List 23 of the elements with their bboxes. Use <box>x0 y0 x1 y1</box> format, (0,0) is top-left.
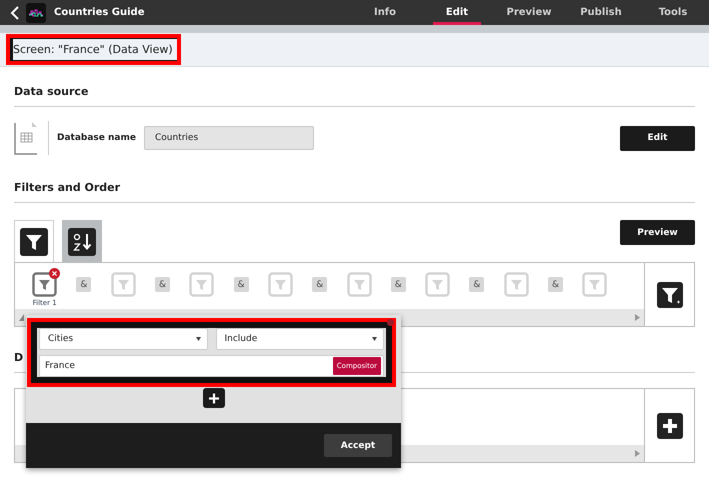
nav-tab[interactable]: Info <box>349 0 421 25</box>
and-connector[interactable]: & <box>548 277 563 292</box>
preview-button[interactable]: Preview <box>620 220 695 245</box>
edit-button[interactable]: Edit <box>620 126 695 150</box>
nav-tab[interactable]: Preview <box>493 0 565 25</box>
section-heading: Data source <box>14 67 695 107</box>
and-connector[interactable]: & <box>155 277 170 292</box>
accept-button[interactable]: Accept <box>324 434 392 457</box>
screen-title: Screen: "France" (Data View) <box>13 43 173 56</box>
section-heading: Filters and Order <box>14 163 695 203</box>
nav-tab[interactable]: Publish <box>565 0 637 25</box>
field-label: Database name <box>57 133 136 143</box>
operator-select[interactable]: Include <box>216 328 384 350</box>
and-connector[interactable]: & <box>469 277 484 292</box>
and-connector[interactable]: & <box>390 277 406 292</box>
field-select[interactable]: Cities <box>39 328 208 350</box>
database-name-field[interactable]: Countries <box>144 126 314 150</box>
nav-tab[interactable]: Tools <box>637 0 709 25</box>
and-connector[interactable]: & <box>76 277 92 292</box>
and-connector[interactable]: & <box>234 277 249 292</box>
app-title: Countries Guide <box>54 7 144 18</box>
value-field[interactable]: France <box>45 361 333 371</box>
and-connector[interactable]: & <box>312 277 328 292</box>
